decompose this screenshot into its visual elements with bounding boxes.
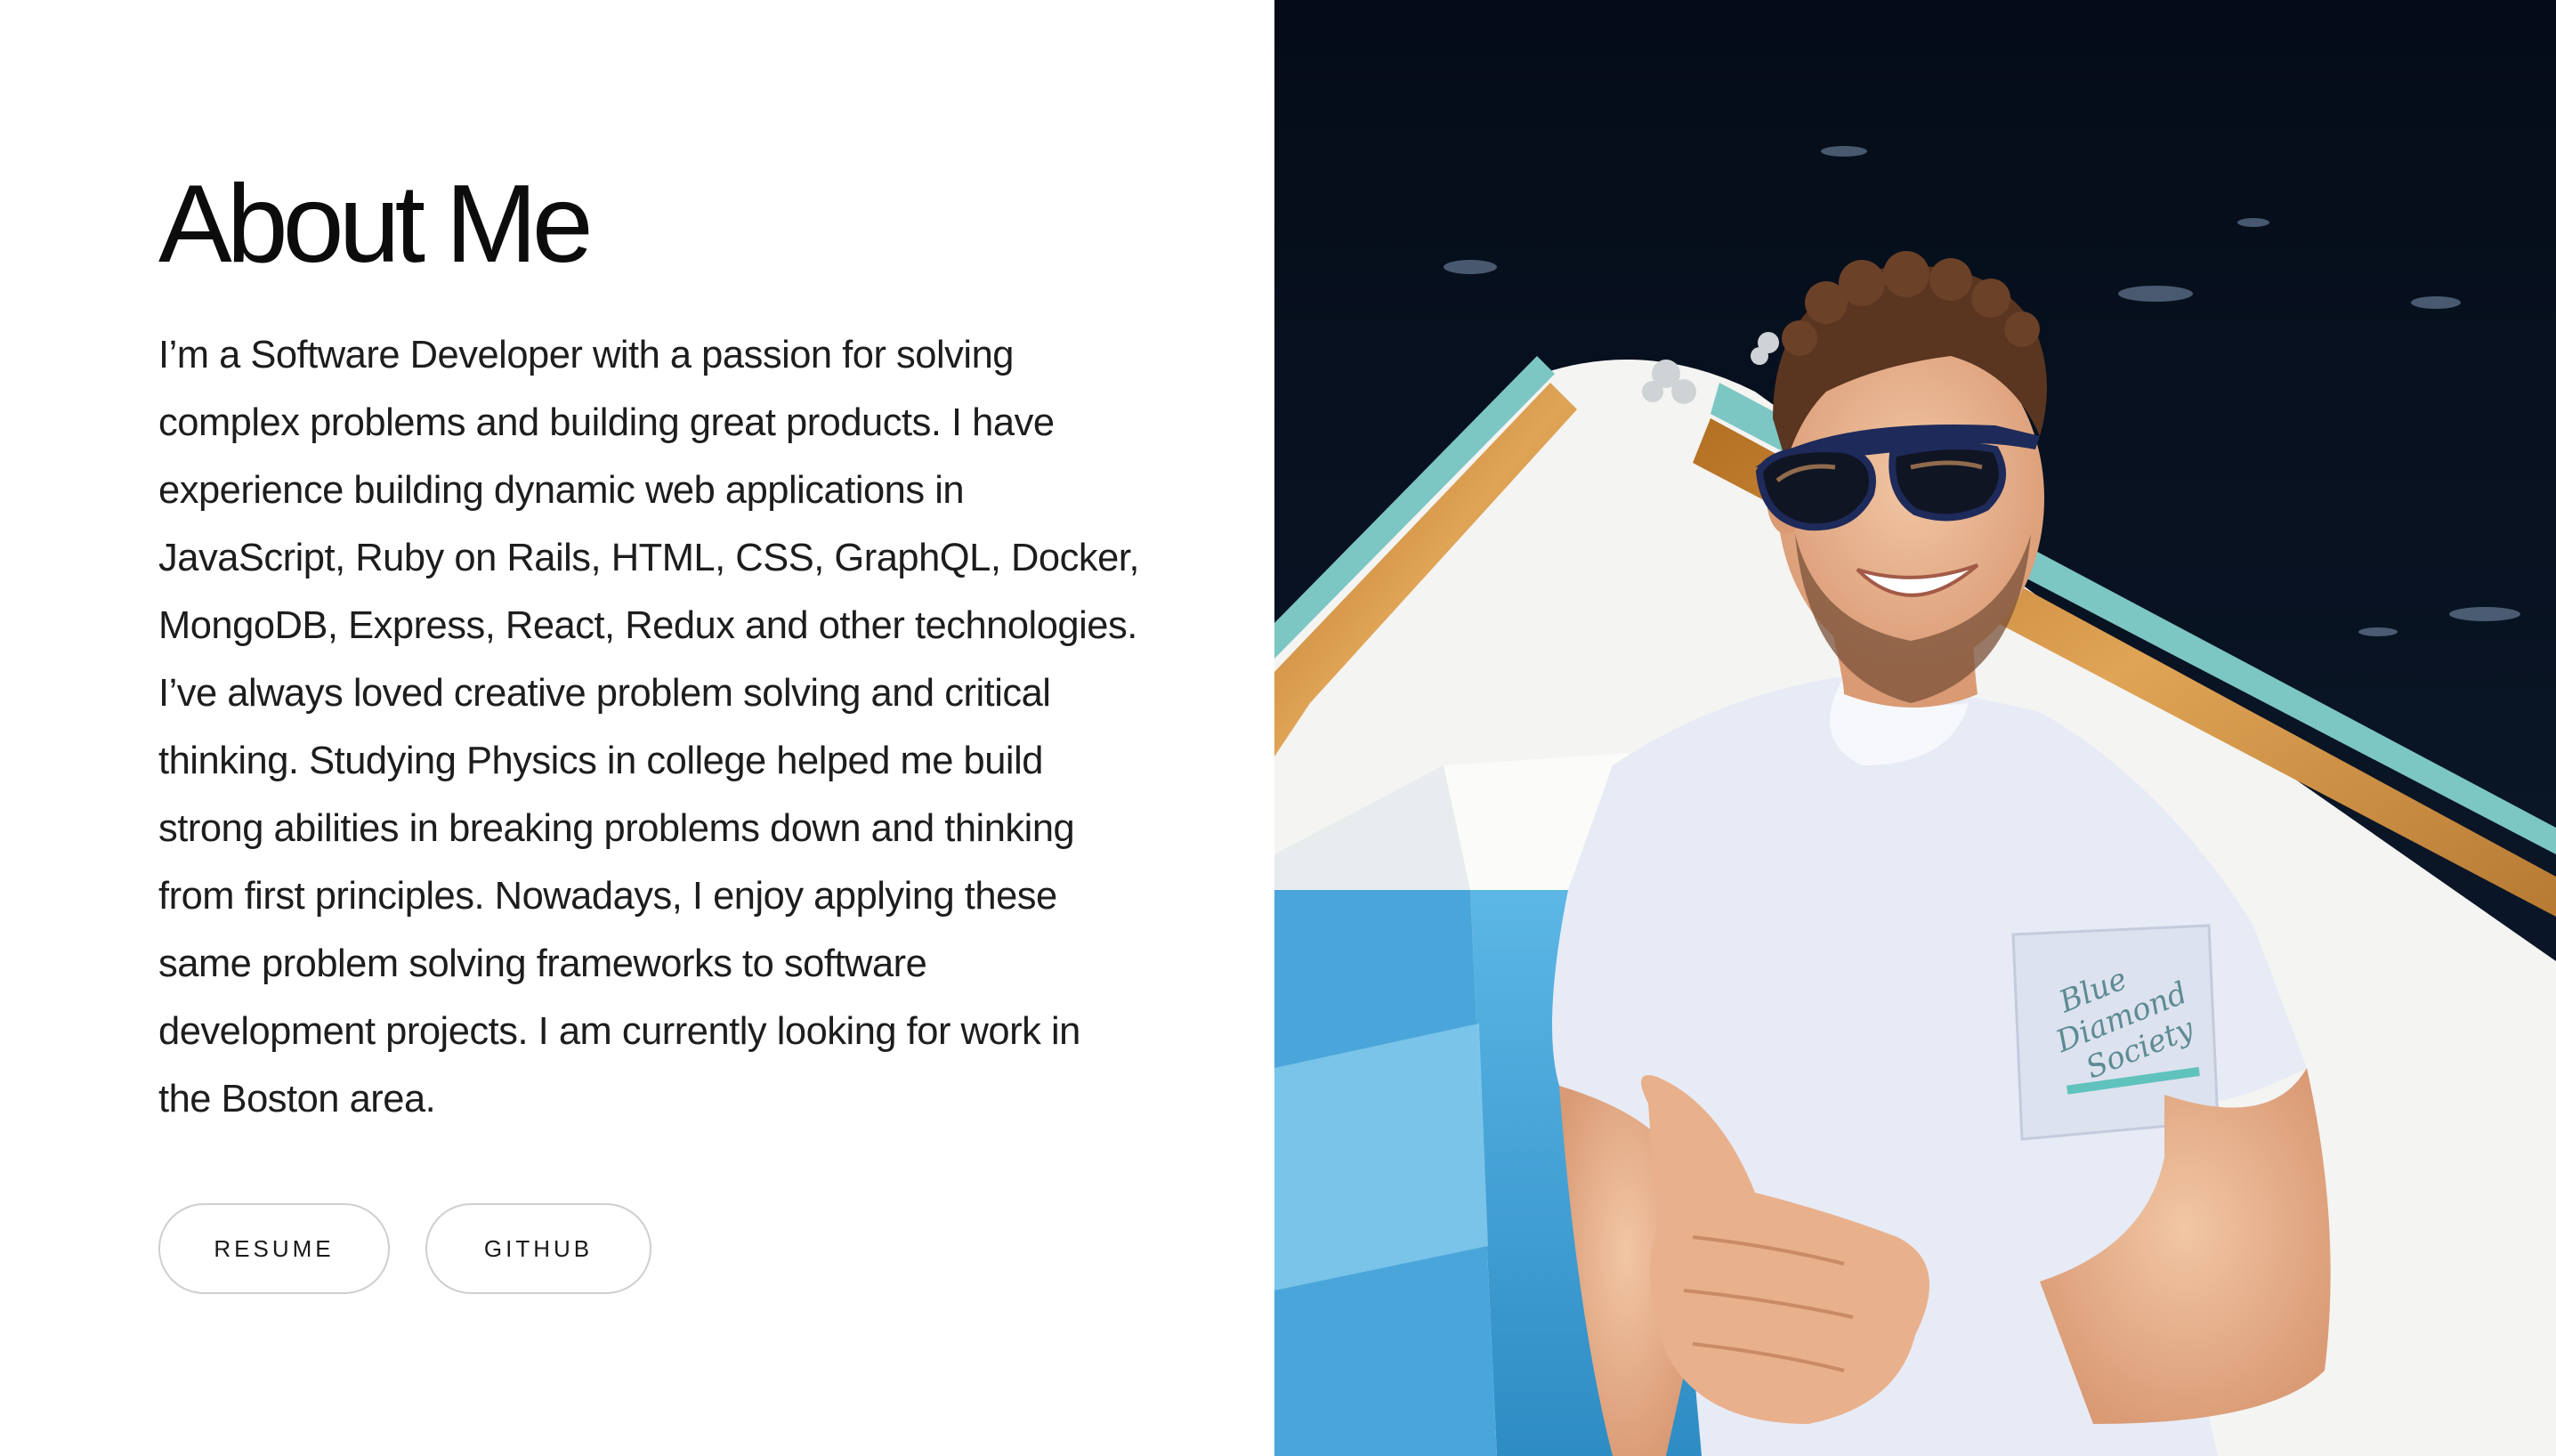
bio-line: thinking. Studying Physics in college he… [158, 740, 1043, 782]
about-page: About Me I’m a Software Developer with a… [0, 0, 2556, 1456]
bio-line: complex problems and building great prod… [158, 401, 1055, 444]
bio-line: I’ve always loved creative problem solvi… [158, 672, 1051, 715]
bio-line: JavaScript, Ruby on Rails, HTML, CSS, Gr… [158, 537, 1139, 579]
bio-line: development projects. I am currently loo… [158, 1010, 1080, 1053]
about-section: About Me I’m a Software Developer with a… [0, 0, 1274, 1456]
bio-line: strong abilities in breaking problems do… [158, 807, 1075, 850]
bio-line: I’m a Software Developer with a passion … [158, 334, 1014, 376]
about-content: About Me I’m a Software Developer with a… [158, 165, 1146, 1133]
link-buttons: RESUME GITHUB [158, 1203, 651, 1294]
profile-photo: Blue Diamond Society [1274, 0, 2556, 1456]
bio-line: from first principles. Nowadays, I enjoy… [158, 875, 1057, 918]
resume-button[interactable]: RESUME [158, 1203, 390, 1294]
bio-line: same problem solving frameworks to softw… [158, 942, 927, 985]
bio-paragraph: I’m a Software Developer with a passion … [158, 321, 1146, 1133]
github-button[interactable]: GITHUB [425, 1203, 651, 1294]
bio-line: the Boston area. [158, 1078, 436, 1120]
bio-line: MongoDB, Express, React, Redux and other… [158, 604, 1137, 647]
page-title: About Me [158, 163, 594, 286]
bio-line: experience building dynamic web applicat… [158, 469, 965, 512]
